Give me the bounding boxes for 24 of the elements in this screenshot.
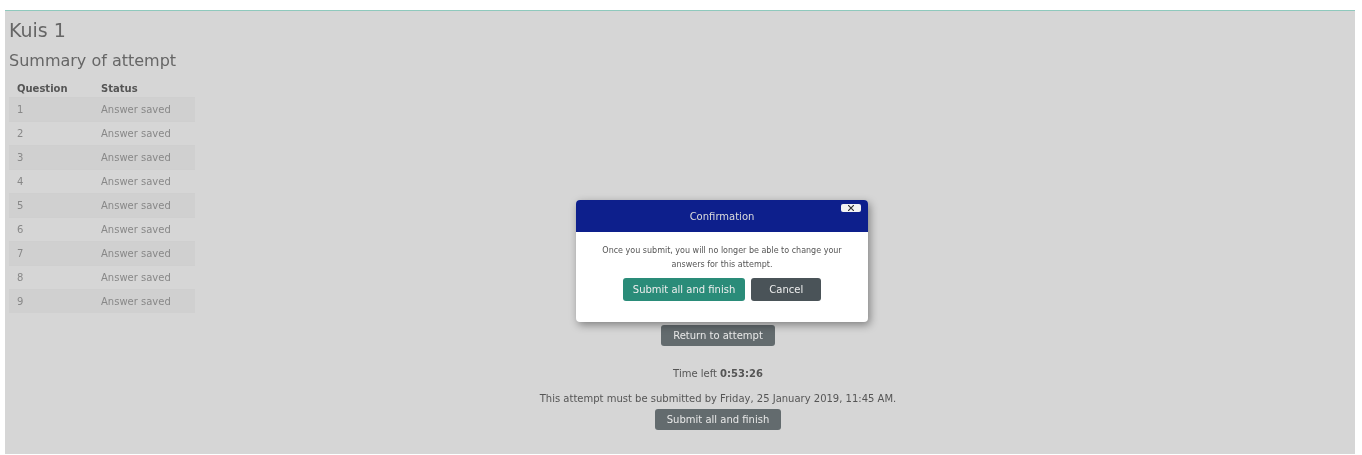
table-cell: Answer saved <box>93 241 195 266</box>
table-cell: 7 <box>9 241 93 266</box>
submit-button[interactable]: Submit all and finish <box>622 278 746 301</box>
table-cell: 5 <box>9 193 93 218</box>
table-cell: 3 <box>9 145 93 170</box>
table-cell: 9 <box>9 289 93 313</box>
close-button[interactable] <box>841 204 861 212</box>
cancel-button[interactable]: Cancel <box>751 278 822 301</box>
time-left-text: Time left 0:53:26 <box>673 368 763 379</box>
dialog-title: Confirmation <box>689 210 755 222</box>
table-cell: 1 <box>9 97 93 122</box>
deadline-text: This attempt must be submitted by Friday, 25 January 2019, 11:45 AM. <box>539 393 897 404</box>
column-header: Status <box>93 79 195 98</box>
table-cell: Answer saved <box>93 97 195 122</box>
close-icon <box>848 205 854 211</box>
return-button[interactable]: Return to attempt <box>661 325 775 346</box>
page-subtitle: Summary of attempt <box>9 51 178 72</box>
submit-button[interactable]: Submit all and finish <box>654 409 782 430</box>
dialog-message: Once you submit, you will no longer be able to change your answers for this attempt. <box>601 245 843 271</box>
column-header: Question <box>9 79 93 98</box>
table-cell: Answer saved <box>93 145 195 170</box>
table-cell: Answer saved <box>93 193 195 218</box>
table-cell: Answer saved <box>93 289 195 313</box>
page-title: Kuis 1 <box>9 19 67 43</box>
